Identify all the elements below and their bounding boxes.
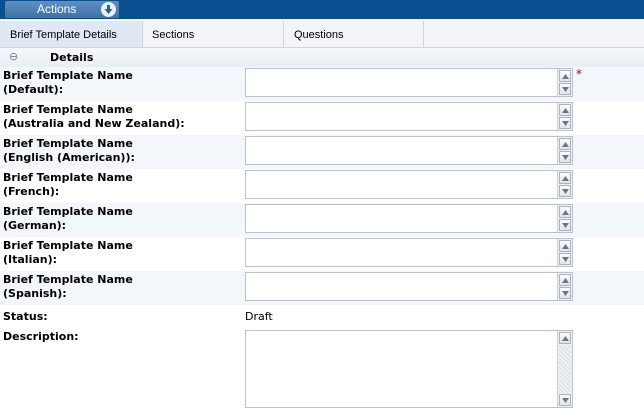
name-spanish-input[interactable]: [246, 273, 556, 300]
scroll-down-icon[interactable]: [559, 394, 571, 406]
field-row-german: Brief Template Name (German):: [0, 203, 644, 237]
scroll-up-icon[interactable]: [559, 206, 571, 218]
scrollbar[interactable]: [557, 171, 572, 198]
tab-sections[interactable]: Sections: [143, 21, 284, 47]
name-english-field[interactable]: [245, 136, 573, 165]
field-row-australia: Brief Template Name (Australia and New Z…: [0, 101, 644, 135]
description-label: Description:: [3, 330, 79, 343]
field-row-french: Brief Template Name (French):: [0, 169, 644, 203]
tab-bar: Brief Template Details Sections Question…: [0, 21, 644, 48]
field-label: Brief Template Name (English (American))…: [3, 137, 135, 165]
name-spanish-field[interactable]: [245, 272, 573, 301]
field-label: Brief Template Name (French):: [3, 171, 133, 199]
required-indicator: *: [576, 67, 582, 81]
scroll-down-icon[interactable]: [559, 151, 571, 163]
label-line: Brief Template Name: [3, 273, 133, 286]
name-english-input[interactable]: [246, 137, 556, 164]
scroll-down-icon[interactable]: [559, 287, 571, 299]
field-label: Brief Template Name (German):: [3, 205, 133, 233]
status-value: Draft: [245, 310, 273, 323]
scroll-down-icon[interactable]: [559, 185, 571, 197]
label-line: (German):: [3, 219, 67, 232]
field-row-english: Brief Template Name (English (American))…: [0, 135, 644, 169]
name-german-input[interactable]: [246, 205, 556, 232]
tab-questions[interactable]: Questions: [284, 21, 424, 47]
label-line: (Italian):: [3, 253, 58, 266]
description-input[interactable]: [246, 331, 556, 407]
tab-label: Sections: [152, 29, 195, 41]
label-line: Brief Template Name: [3, 103, 133, 116]
label-line: (Spanish):: [3, 287, 67, 300]
scroll-up-icon[interactable]: [559, 332, 571, 344]
scroll-up-icon[interactable]: [559, 138, 571, 150]
label-line: Brief Template Name: [3, 205, 133, 218]
label-line: Brief Template Name: [3, 171, 133, 184]
scroll-down-icon[interactable]: [559, 83, 571, 95]
name-french-field[interactable]: [245, 170, 573, 199]
scroll-down-icon[interactable]: [559, 117, 571, 129]
tab-label: Brief Template Details: [10, 29, 117, 41]
name-french-input[interactable]: [246, 171, 556, 198]
collapse-icon[interactable]: ⊖: [9, 50, 21, 63]
scroll-up-icon[interactable]: [559, 104, 571, 116]
scroll-up-icon[interactable]: [559, 274, 571, 286]
name-italian-input[interactable]: [246, 239, 556, 266]
name-default-input[interactable]: [246, 69, 556, 96]
details-section-header: ⊖ Details: [0, 48, 644, 67]
scrollbar[interactable]: [557, 273, 572, 300]
label-line: (Australia and New Zealand):: [3, 117, 185, 130]
label-line: Brief Template Name: [3, 137, 133, 150]
label-line: (English (American)):: [3, 151, 135, 164]
arrow-down-icon: [101, 2, 116, 17]
field-row-italian: Brief Template Name (Italian):: [0, 237, 644, 271]
field-label: Brief Template Name (Australia and New Z…: [3, 103, 185, 131]
label-line: (French):: [3, 185, 60, 198]
scrollbar[interactable]: [557, 331, 572, 407]
actions-label: Actions: [37, 2, 77, 16]
label-line: (Default):: [3, 83, 64, 96]
scroll-up-icon[interactable]: [559, 240, 571, 252]
actions-menu-button[interactable]: Actions: [5, 1, 119, 18]
name-default-field[interactable]: [245, 68, 573, 97]
description-field[interactable]: [245, 330, 573, 408]
description-row: Description:: [0, 328, 644, 411]
field-label: Brief Template Name (Spanish):: [3, 273, 133, 301]
name-italian-field[interactable]: [245, 238, 573, 267]
name-german-field[interactable]: [245, 204, 573, 233]
field-label: Brief Template Name (Italian):: [3, 239, 133, 267]
field-row-spanish: Brief Template Name (Spanish):: [0, 271, 644, 305]
scroll-down-icon[interactable]: [559, 219, 571, 231]
scrollbar[interactable]: [557, 103, 572, 130]
scroll-down-icon[interactable]: [559, 253, 571, 265]
label-line: Brief Template Name: [3, 69, 133, 82]
tab-label: Questions: [294, 29, 344, 41]
label-line: Brief Template Name: [3, 239, 133, 252]
status-label: Status:: [3, 310, 48, 323]
tab-brief-template-details[interactable]: Brief Template Details: [0, 21, 143, 47]
name-australia-field[interactable]: [245, 102, 573, 131]
scroll-up-icon[interactable]: [559, 70, 571, 82]
scrollbar[interactable]: [557, 137, 572, 164]
section-title: Details: [50, 51, 94, 64]
field-label: Brief Template Name (Default):: [3, 69, 133, 97]
scroll-track[interactable]: [559, 345, 571, 393]
scrollbar[interactable]: [557, 239, 572, 266]
action-bar: Actions: [0, 0, 644, 19]
scroll-up-icon[interactable]: [559, 172, 571, 184]
scrollbar[interactable]: [557, 69, 572, 96]
field-row-default: Brief Template Name (Default): *: [0, 67, 644, 101]
scrollbar[interactable]: [557, 205, 572, 232]
name-australia-input[interactable]: [246, 103, 556, 130]
status-row: Status: Draft: [0, 308, 644, 328]
